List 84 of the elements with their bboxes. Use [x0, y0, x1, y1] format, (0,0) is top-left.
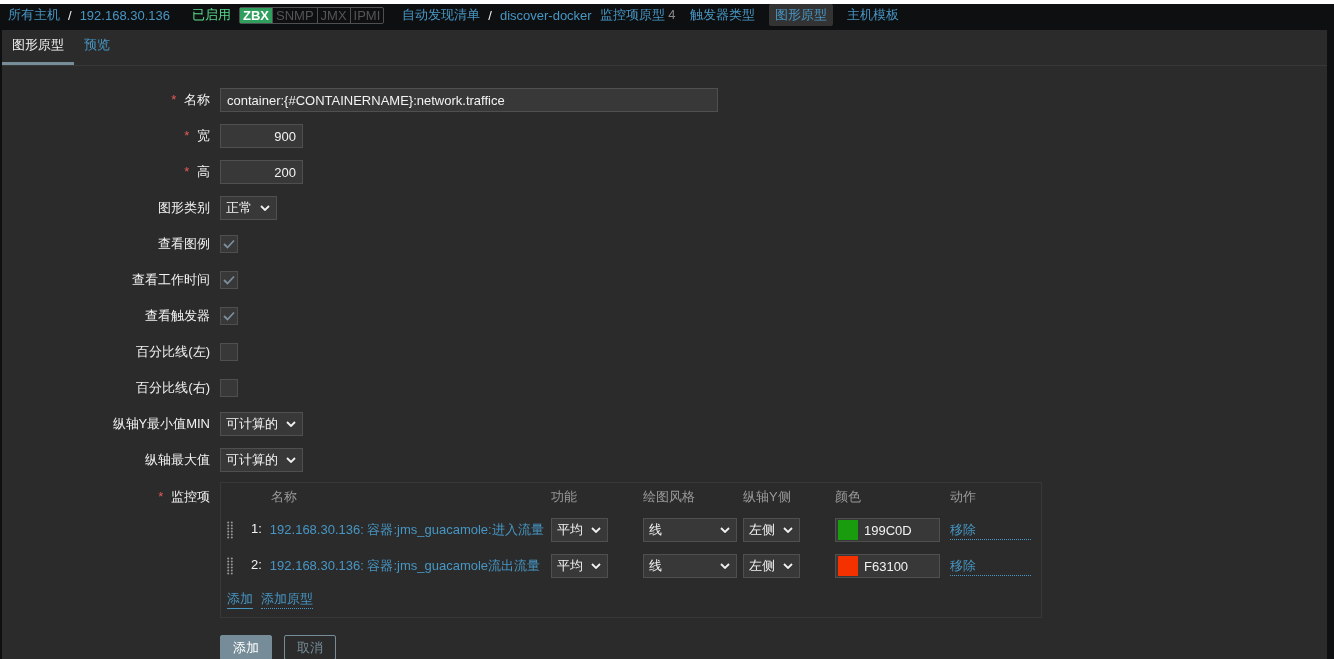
select-field[interactable]: 平均 [551, 554, 608, 578]
checkbox[interactable] [220, 235, 238, 253]
remove-link[interactable]: 移除 [950, 556, 1031, 576]
required-mark: * [184, 128, 190, 143]
field-label: 查看工作时间 [132, 272, 210, 287]
nav-link[interactable]: discover-docker [499, 7, 592, 23]
field-label: 纵轴最大值 [145, 452, 210, 467]
drag-handle-icon[interactable] [227, 521, 233, 539]
caret-icon [783, 563, 793, 569]
select-field[interactable]: 平均 [551, 518, 608, 542]
tab[interactable]: 预览 [74, 36, 120, 65]
remove-link[interactable]: 移除 [950, 520, 1031, 540]
tab[interactable]: 图形原型 [2, 36, 74, 65]
field-label: 百分比线(左) [136, 344, 210, 359]
select-field[interactable]: 可计算的 [220, 412, 303, 436]
caret-icon [591, 527, 601, 533]
field-label: 查看触发器 [145, 308, 210, 323]
checkbox[interactable] [220, 343, 238, 361]
field-label: 图形类别 [158, 200, 210, 215]
breadcrumb-separator: / [488, 7, 492, 23]
column-header: 功能 [551, 488, 578, 506]
nav-link[interactable]: 自动发现清单 [402, 6, 481, 24]
breadcrumb-separator: / [68, 7, 72, 23]
select-field[interactable]: 线 [643, 554, 737, 578]
nav-tab[interactable]: 图形原型 [768, 4, 833, 26]
checkbox[interactable] [220, 271, 238, 289]
color-swatch[interactable] [838, 520, 858, 540]
row-index: 2: [251, 557, 262, 574]
field-label: 查看图例 [158, 236, 210, 251]
input-field[interactable]: 200 [220, 160, 303, 184]
interface-label: JMX [317, 7, 351, 23]
select-field[interactable]: 正常 [220, 196, 277, 220]
interface-label: IPMI [352, 7, 382, 23]
field-label: 名称 [184, 92, 210, 107]
add-button[interactable]: 添加 [220, 635, 272, 659]
nav-link[interactable]: 监控项原型 4 [599, 6, 676, 24]
checkbox[interactable] [220, 307, 238, 325]
input-field[interactable]: container:{#CONTAINERNAME}:network.traffice [220, 88, 718, 112]
caret-icon [591, 563, 601, 569]
select-field[interactable]: 线 [643, 518, 737, 542]
caret-icon [260, 205, 270, 211]
color-swatch[interactable] [838, 556, 858, 576]
required-mark: * [158, 489, 164, 504]
column-header: 绘图风格 [643, 488, 696, 506]
caret-icon [286, 457, 296, 463]
caret-icon [720, 527, 730, 533]
check-icon [223, 311, 235, 321]
nav-link[interactable]: 192.168.30.136 [79, 7, 170, 23]
nav-tab[interactable]: 触发器类型 [683, 4, 761, 26]
select-field[interactable]: 可计算的 [220, 448, 303, 472]
field-label: 宽 [197, 128, 210, 143]
field-label: 监控项 [171, 489, 210, 504]
check-icon [223, 239, 235, 249]
select-field[interactable]: 左侧 [743, 518, 800, 542]
nav-link[interactable]: 所有主机 [8, 6, 60, 24]
caret-icon [783, 527, 793, 533]
interface-label: SNMP [273, 7, 318, 23]
required-mark: * [171, 92, 177, 107]
drag-handle-icon[interactable] [227, 557, 233, 575]
column-header: 名称 [270, 488, 298, 506]
add-link[interactable]: 添加 [227, 590, 253, 609]
column-header: 纵轴Y侧 [743, 488, 792, 506]
nav-tab[interactable]: 主机模板 [840, 4, 905, 26]
status-label: 已启用 [192, 6, 231, 24]
check-icon [223, 275, 235, 285]
column-header: 颜色 [835, 488, 862, 506]
cancel-button[interactable]: 取消 [284, 635, 336, 659]
field-label: 高 [197, 164, 210, 179]
checkbox[interactable] [220, 379, 238, 397]
row-index: 1: [251, 521, 262, 538]
field-label: 百分比线(右) [136, 380, 210, 395]
caret-icon [720, 563, 730, 569]
field-label: 纵轴Y最小值MIN [112, 416, 210, 431]
column-header: 动作 [950, 488, 977, 506]
add-link[interactable]: 添加原型 [261, 590, 313, 609]
caret-icon [286, 421, 296, 427]
input-field[interactable]: 900 [220, 124, 303, 148]
select-field[interactable]: 左侧 [743, 554, 800, 578]
interface-label: ZBX [240, 7, 273, 23]
color-field[interactable]: 199C0D [835, 518, 940, 542]
color-field[interactable]: F63100 [835, 554, 940, 578]
item-link[interactable]: 192.168.30.136: 容器:jms_guacamole:进入流量 [269, 521, 544, 539]
item-link[interactable]: 192.168.30.136: 容器:jms_guacamole流出流量 [269, 557, 541, 575]
required-mark: * [184, 164, 190, 179]
